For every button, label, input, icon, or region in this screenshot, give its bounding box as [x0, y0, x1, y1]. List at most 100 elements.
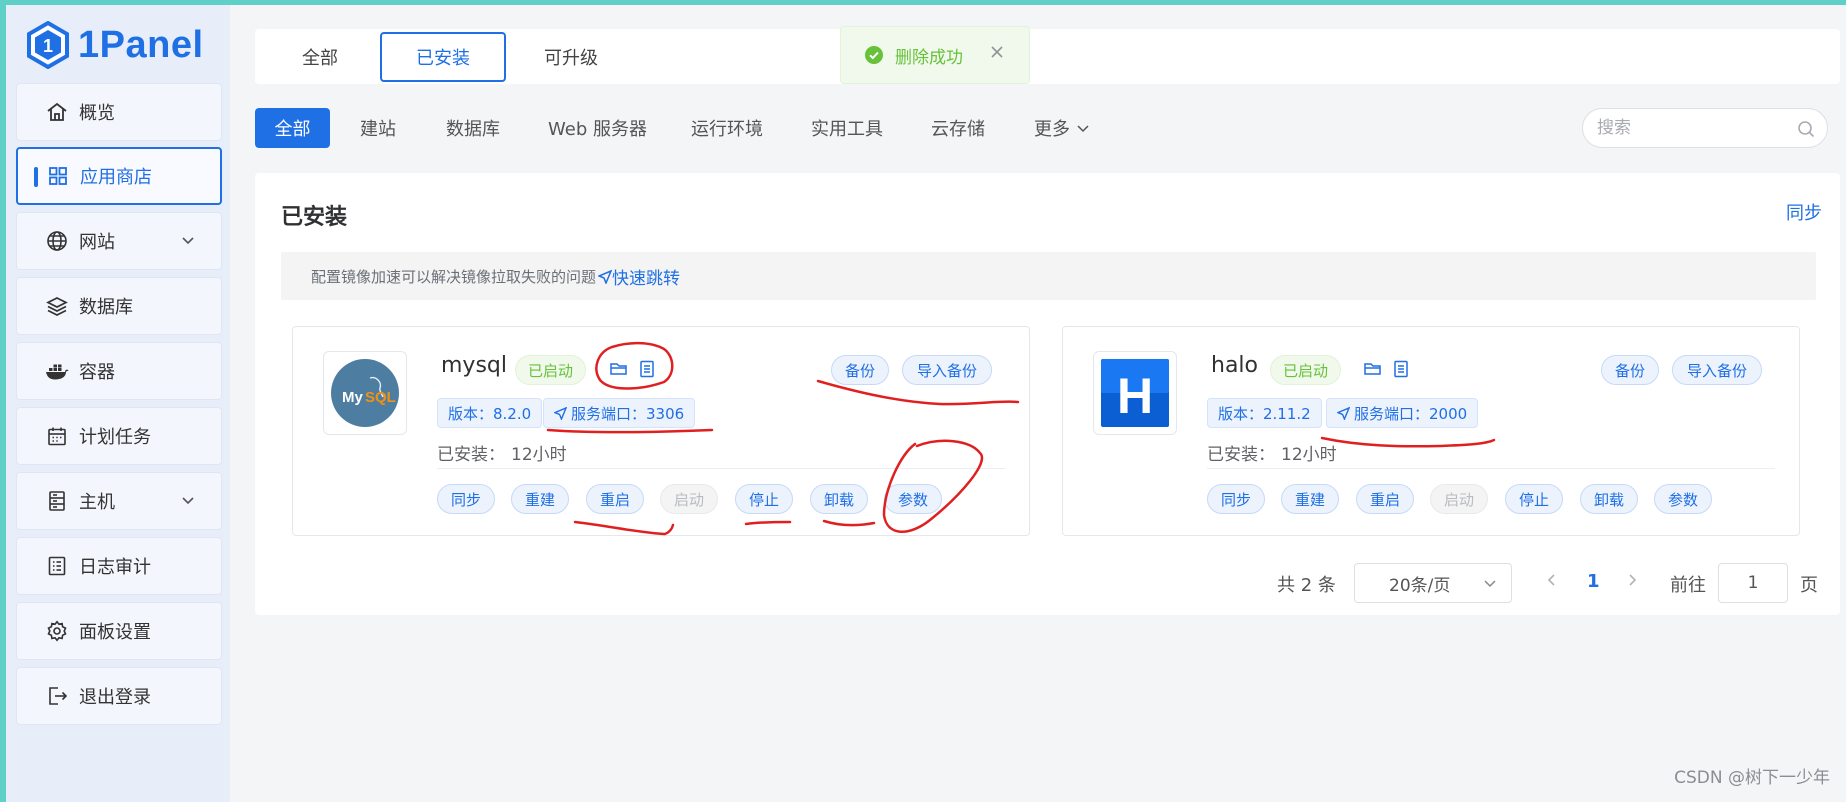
params-button[interactable]: 参数: [884, 484, 942, 514]
installed-value: 12小时: [511, 445, 567, 465]
sidebar-item-label: 主机: [79, 492, 115, 513]
sidebar-item-label: 网站: [79, 232, 115, 253]
sidebar-item-cron[interactable]: 计划任务: [16, 407, 222, 465]
gear-icon: [45, 619, 69, 643]
sidebar-item-logout[interactable]: 退出登录: [16, 667, 222, 725]
uninstall-button[interactable]: 卸载: [1580, 484, 1638, 514]
category-cloud-storage[interactable]: 云存储: [931, 108, 985, 148]
params-button[interactable]: 参数: [1654, 484, 1712, 514]
brand-name: 1Panel: [78, 23, 204, 66]
start-button[interactable]: 启动: [1430, 484, 1488, 514]
prev-page-button[interactable]: [1546, 571, 1558, 592]
start-button[interactable]: 启动: [660, 484, 718, 514]
mysql-logo: My SQL: [323, 351, 407, 435]
success-toast: 删除成功: [840, 26, 1030, 84]
sync-button[interactable]: 同步: [1207, 484, 1265, 514]
category-tools[interactable]: 实用工具: [811, 108, 883, 148]
send-icon: [1337, 406, 1350, 420]
sidebar-item-label: 面板设置: [79, 622, 151, 643]
page-number-current[interactable]: 1: [1587, 571, 1600, 592]
svg-text:My: My: [342, 389, 363, 406]
document-icon[interactable]: [637, 359, 657, 379]
grid-icon: [46, 164, 70, 188]
tab-upgradable[interactable]: 可升级: [521, 29, 621, 84]
server-icon: [45, 489, 69, 513]
stop-button[interactable]: 停止: [735, 484, 793, 514]
sidebar-item-log-audit[interactable]: 日志审计: [16, 537, 222, 595]
restart-button[interactable]: 重启: [1356, 484, 1414, 514]
installed-time: 已安装： 12小时: [1207, 440, 1337, 465]
app-tabs: 全部 已安装 可升级: [255, 29, 1840, 84]
category-all[interactable]: 全部: [255, 108, 330, 148]
sidebar-item-app-store[interactable]: 应用商店: [16, 147, 222, 205]
port-tag[interactable]: 服务端口：3306: [543, 398, 696, 428]
watermark: CSDN @树下一少年: [1674, 768, 1830, 788]
logo-icon: 1: [27, 21, 69, 69]
sync-link[interactable]: 同步: [1786, 199, 1822, 225]
category-database[interactable]: 数据库: [446, 108, 500, 148]
search-icon[interactable]: [1797, 120, 1815, 138]
rebuild-button[interactable]: 重建: [511, 484, 569, 514]
svg-text:SQL: SQL: [365, 389, 396, 406]
sidebar-item-settings[interactable]: 面板设置: [16, 602, 222, 660]
uninstall-button[interactable]: 卸载: [810, 484, 868, 514]
sidebar-item-overview[interactable]: 概览: [16, 83, 222, 141]
sidebar-item-container[interactable]: 容器: [16, 342, 222, 400]
chevron-right-icon: [1629, 574, 1637, 586]
sidebar: 1 1Panel 概览 应用商店 网站 数据库 容器 计划任务 主机 日志审计 …: [6, 5, 230, 802]
sidebar-item-label: 退出登录: [79, 687, 151, 708]
chevron-down-icon: [1077, 125, 1089, 133]
import-backup-button[interactable]: 导入备份: [902, 355, 992, 385]
logout-icon: [45, 684, 69, 708]
close-icon[interactable]: [989, 44, 1005, 60]
category-website[interactable]: 建站: [360, 108, 396, 148]
sidebar-item-database[interactable]: 数据库: [16, 277, 222, 335]
import-backup-button[interactable]: 导入备份: [1672, 355, 1762, 385]
calendar-icon: [45, 424, 69, 448]
halo-logo-icon: H: [1101, 359, 1169, 427]
version-tag: 版本：2.11.2: [1207, 398, 1322, 428]
version-tag: 版本：8.2.0: [437, 398, 543, 428]
quick-jump-link[interactable]: 快速跳转: [597, 264, 680, 289]
chevron-down-icon: [182, 497, 194, 505]
tab-all[interactable]: 全部: [275, 29, 365, 84]
tab-installed[interactable]: 已安装: [380, 32, 506, 82]
home-icon: [45, 100, 69, 124]
sync-button[interactable]: 同步: [437, 484, 495, 514]
docker-icon: [45, 359, 69, 383]
category-more[interactable]: 更多: [1034, 108, 1090, 148]
globe-icon: [45, 229, 69, 253]
document-icon[interactable]: [1391, 359, 1411, 379]
layers-icon: [45, 294, 69, 318]
divider: [437, 468, 1005, 469]
sidebar-item-label: 计划任务: [79, 427, 151, 448]
svg-text:H: H: [1117, 368, 1153, 424]
app-card-halo: H halo 已启动 备份 导入备份 版本：2.11.2 服务端口：2000 已…: [1062, 326, 1800, 536]
port-tag[interactable]: 服务端口：2000: [1326, 398, 1479, 428]
page-size-select[interactable]: 20条/页: [1354, 563, 1512, 603]
sidebar-item-website[interactable]: 网站: [16, 212, 222, 270]
port-label: 服务端口：3306: [571, 404, 685, 423]
pagination-total: 共 2 条: [1277, 575, 1336, 596]
next-page-button[interactable]: [1626, 571, 1638, 592]
halo-logo: H: [1093, 351, 1177, 435]
backup-button[interactable]: 备份: [831, 355, 889, 385]
category-runtime[interactable]: 运行环境: [691, 108, 763, 148]
search-input[interactable]: [1597, 118, 1787, 138]
category-web-server[interactable]: Web 服务器: [548, 108, 647, 148]
port-label: 服务端口：2000: [1354, 404, 1468, 423]
goto-page-input[interactable]: [1718, 563, 1788, 603]
folder-icon[interactable]: [1363, 359, 1383, 379]
restart-button[interactable]: 重启: [586, 484, 644, 514]
app-card-mysql: My SQL mysql 已启动 备份 导入备份 版本：8.2.0 服务端口：3…: [292, 326, 1030, 536]
backup-button[interactable]: 备份: [1601, 355, 1659, 385]
brand-logo[interactable]: 1 1Panel: [26, 15, 204, 75]
mysql-logo-icon: My SQL: [331, 359, 399, 427]
stop-button[interactable]: 停止: [1505, 484, 1563, 514]
rebuild-button[interactable]: 重建: [1281, 484, 1339, 514]
folder-icon[interactable]: [609, 359, 629, 379]
sidebar-item-label: 数据库: [79, 297, 133, 318]
sidebar-item-host[interactable]: 主机: [16, 472, 222, 530]
app-name: mysql: [441, 353, 507, 378]
page-size-value: 20条/页: [1389, 575, 1451, 596]
